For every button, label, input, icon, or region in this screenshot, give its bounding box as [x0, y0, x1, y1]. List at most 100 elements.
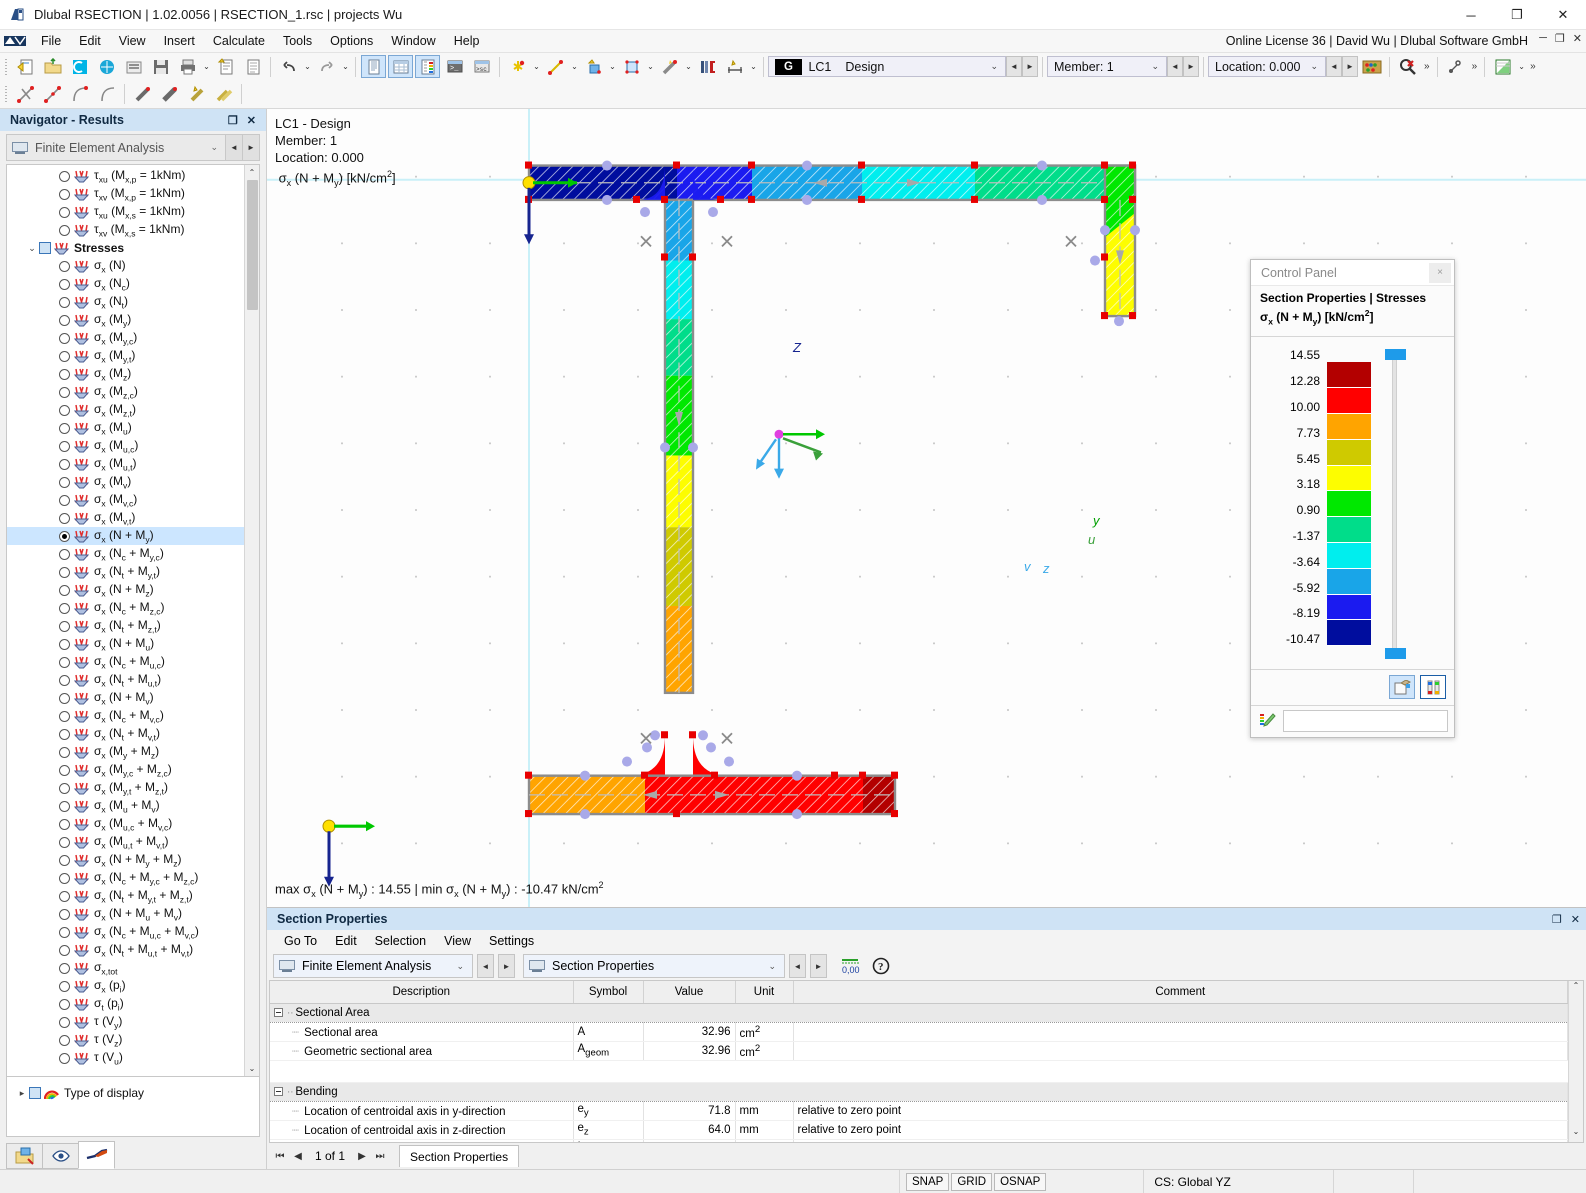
- table-row[interactable]: ┈ Geometric sectional areaAgeom32.96cm2: [270, 1041, 1568, 1060]
- tree-item-radio[interactable]: [59, 351, 70, 362]
- location-prev-button[interactable]: ◄: [1326, 56, 1342, 77]
- tree-item[interactable]: σx (N + My + Mz): [7, 851, 244, 869]
- new-opening-dropdown-icon[interactable]: ⌄: [645, 55, 656, 78]
- tree-item[interactable]: σx (Mu,c + Mv,c): [7, 815, 244, 833]
- undo-dropdown-icon[interactable]: ⌄: [302, 55, 313, 78]
- pager-next-button[interactable]: ▶: [355, 1151, 369, 1162]
- tree-item[interactable]: σx (Mz,c): [7, 383, 244, 401]
- tree-item-radio[interactable]: [59, 855, 70, 866]
- tree-item[interactable]: σx (Mu,t + Mv,t): [7, 833, 244, 851]
- legend-range-slider[interactable]: [1383, 349, 1423, 659]
- load-case-dropdown-icon[interactable]: ⌄: [985, 61, 1003, 72]
- tree-item[interactable]: σx (Nc + My,c + Mz,c): [7, 869, 244, 887]
- tree-item[interactable]: σx (My,c): [7, 329, 244, 347]
- print-icon[interactable]: [175, 55, 200, 78]
- tree-item-radio[interactable]: [59, 531, 70, 542]
- menu-file[interactable]: File: [32, 32, 70, 50]
- tree-item-radio[interactable]: [59, 981, 70, 992]
- result-diagram-dropdown-icon[interactable]: ⌄: [1516, 55, 1527, 78]
- tree-item[interactable]: σx (N): [7, 257, 244, 275]
- maximize-button[interactable]: ❐: [1494, 0, 1540, 30]
- type-of-display-checkbox[interactable]: [29, 1087, 41, 1099]
- control-panel-input[interactable]: [1283, 710, 1448, 732]
- element-new-icon[interactable]: [184, 83, 209, 106]
- tree-item[interactable]: τ (Vu): [7, 1049, 244, 1067]
- new-point-dropdown-icon[interactable]: ⌄: [531, 55, 542, 78]
- tree-item-radio[interactable]: [59, 513, 70, 524]
- dimension-icon[interactable]: [722, 55, 747, 78]
- load-case-combo[interactable]: G LC1 Design ⌄: [768, 56, 1006, 77]
- new-part-icon[interactable]: [581, 55, 606, 78]
- tree-item-radio[interactable]: [59, 837, 70, 848]
- menu-view[interactable]: View: [110, 32, 155, 50]
- tree-item[interactable]: σx (My,t): [7, 347, 244, 365]
- tree-item-radio[interactable]: [59, 549, 70, 560]
- tree-item[interactable]: σx (Nc + Mu,c): [7, 653, 244, 671]
- tree-item[interactable]: σx (Nt + My,t + Mz,t): [7, 887, 244, 905]
- table-group-row[interactable]: ∙∙Bending: [270, 1082, 1568, 1101]
- table-panel-pin-icon[interactable]: ❐: [1552, 913, 1562, 926]
- tree-item-radio[interactable]: [59, 1017, 70, 1028]
- graphics-view[interactable]: Z Y Z y u z v LC1 - Design Member: 1 Loc…: [267, 109, 1586, 907]
- chevron-right-icon[interactable]: ▸: [15, 1088, 29, 1099]
- tree-item-radio[interactable]: [59, 585, 70, 596]
- tree-item[interactable]: σx (My + Mz): [7, 743, 244, 761]
- table-toggle-icon[interactable]: [388, 55, 413, 78]
- tree-item[interactable]: σx (Nc + Mz,c): [7, 599, 244, 617]
- tree-item-radio[interactable]: [59, 693, 70, 704]
- tree-item-radio[interactable]: [59, 747, 70, 758]
- tree-item-checkbox[interactable]: [39, 242, 51, 254]
- location-combo[interactable]: Location: 0.000 ⌄: [1208, 56, 1326, 77]
- tree-item-radio[interactable]: [59, 333, 70, 344]
- table-row[interactable]: ┈ Location of centroidal axis in z-direc…: [270, 1120, 1568, 1139]
- calculate-icon[interactable]: [1359, 55, 1384, 78]
- tree-item[interactable]: σt (pi): [7, 995, 244, 1013]
- tree-item[interactable]: σx (My,c + Mz,c): [7, 761, 244, 779]
- decimal-places-icon[interactable]: 0,00: [837, 955, 862, 978]
- tree-item-radio[interactable]: [59, 657, 70, 668]
- tree-item-radio[interactable]: [59, 423, 70, 434]
- navigator-scrollbar[interactable]: ⌃ ⌄: [244, 165, 259, 1076]
- tree-item[interactable]: σx (Mu + Mv): [7, 797, 244, 815]
- member-prev-button[interactable]: ◄: [1167, 56, 1183, 77]
- tree-item-radio[interactable]: [59, 369, 70, 380]
- load-case-prev-button[interactable]: ◄: [1006, 56, 1022, 77]
- minimize-button[interactable]: ─: [1448, 0, 1494, 30]
- undo-icon[interactable]: [276, 55, 301, 78]
- menu-help[interactable]: Help: [445, 32, 489, 50]
- tree-item[interactable]: σx (Mu): [7, 419, 244, 437]
- tree-item-radio[interactable]: [59, 207, 70, 218]
- tree-item-radio[interactable]: [59, 495, 70, 506]
- tree-item[interactable]: τxv (Mx,s = 1kNm): [7, 221, 244, 239]
- tree-item[interactable]: τ (Vy): [7, 1013, 244, 1031]
- tree-item[interactable]: σx (My,t + Mz,t): [7, 779, 244, 797]
- table-menu-view[interactable]: View: [435, 932, 480, 950]
- pager-first-button[interactable]: ⏮: [273, 1151, 287, 1162]
- new-part-dropdown-icon[interactable]: ⌄: [607, 55, 618, 78]
- tree-item-radio[interactable]: [59, 225, 70, 236]
- tree-item[interactable]: σx (N + Mu + Mv): [7, 905, 244, 923]
- member-dropdown-icon[interactable]: ⌄: [1146, 61, 1164, 72]
- table-category-dropdown-icon[interactable]: ⌄: [760, 961, 784, 972]
- tree-item[interactable]: σx (N + My): [7, 527, 244, 545]
- table-analysis-prev-button[interactable]: ◄: [477, 954, 494, 978]
- tree-item[interactable]: σx (Nt + Mv,t): [7, 725, 244, 743]
- tree-item-radio[interactable]: [59, 639, 70, 650]
- new-opening-icon[interactable]: [619, 55, 644, 78]
- new-point-icon[interactable]: [505, 55, 530, 78]
- tree-item-radio[interactable]: [59, 189, 70, 200]
- printout-report-icon[interactable]: [213, 55, 238, 78]
- menu-tools[interactable]: Tools: [274, 32, 321, 50]
- draw-arc-icon[interactable]: [67, 83, 92, 106]
- tree-item-radio[interactable]: [59, 297, 70, 308]
- tree-item[interactable]: σx (Nc + Mv,c): [7, 707, 244, 725]
- delete-results-icon[interactable]: [1395, 55, 1420, 78]
- visibility-icon[interactable]: [1443, 55, 1468, 78]
- grid-scroll-down-icon[interactable]: ⌄: [1573, 1127, 1580, 1142]
- collapse-icon[interactable]: [274, 1008, 283, 1017]
- navigator-pin-icon[interactable]: ❐: [228, 114, 238, 127]
- tree-item[interactable]: σx (Nt): [7, 293, 244, 311]
- new-line-dropdown-icon[interactable]: ⌄: [569, 55, 580, 78]
- new-line-icon[interactable]: [543, 55, 568, 78]
- navigator-toggle-icon[interactable]: [361, 55, 386, 78]
